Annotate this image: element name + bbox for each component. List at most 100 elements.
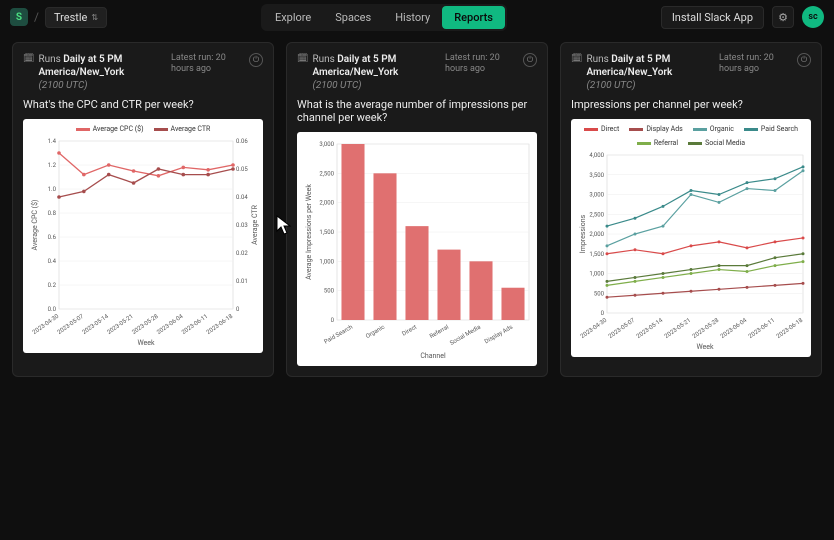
svg-text:0.05: 0.05 — [236, 166, 248, 173]
svg-text:2023-05-21: 2023-05-21 — [663, 317, 692, 340]
bar-chart-impressions: 05001,0001,5002,0002,5003,000Paid Search… — [303, 138, 535, 360]
svg-text:2023-06-18: 2023-06-18 — [775, 317, 804, 340]
card-header: 🗓 Runs Daily at 5 PM America/New_York (2… — [297, 53, 537, 92]
breadcrumb-separator: / — [34, 10, 39, 24]
svg-text:0: 0 — [331, 317, 335, 324]
nav-reports[interactable]: Reports — [442, 6, 505, 29]
chart-container: 05001,0001,5002,0002,5003,000Paid Search… — [297, 132, 537, 366]
nav-explore[interactable]: Explore — [263, 6, 323, 29]
svg-text:0.01: 0.01 — [236, 278, 248, 285]
svg-text:2,000: 2,000 — [319, 200, 334, 207]
settings-button[interactable]: ⚙ — [772, 6, 794, 28]
schedule-prefix: Runs — [312, 54, 334, 65]
chart-legend: Average CPC ($)Average CTR — [29, 125, 257, 133]
power-toggle[interactable]: ⏻ — [249, 53, 263, 67]
svg-text:0.2: 0.2 — [48, 282, 57, 289]
svg-text:2023-05-07: 2023-05-07 — [607, 317, 636, 340]
report-card[interactable]: 🗓 Runs Daily at 5 PM America/New_York (2… — [12, 42, 274, 377]
svg-text:0.02: 0.02 — [236, 250, 248, 257]
svg-text:0: 0 — [236, 306, 240, 313]
report-card[interactable]: 🗓 Runs Daily at 5 PM America/New_York (2… — [560, 42, 822, 377]
svg-text:1,500: 1,500 — [589, 251, 604, 258]
svg-text:0.8: 0.8 — [48, 210, 57, 217]
svg-text:Paid Search: Paid Search — [323, 324, 354, 346]
power-toggle[interactable]: ⏻ — [797, 53, 811, 67]
schedule-prefix: Runs — [38, 54, 60, 65]
svg-text:2023-06-04: 2023-06-04 — [719, 317, 748, 340]
report-title: What's the CPC and CTR per week? — [23, 98, 263, 111]
svg-text:Organic: Organic — [365, 324, 386, 340]
report-title: What is the average number of impression… — [297, 98, 537, 124]
calendar-icon: 🗓 — [571, 54, 582, 92]
line-chart-impressions-channel: 05001,0001,5002,0002,5003,0003,5004,0002… — [577, 151, 809, 351]
svg-text:500: 500 — [594, 290, 605, 297]
svg-text:Direct: Direct — [401, 324, 418, 338]
svg-text:Average CTR: Average CTR — [251, 204, 259, 245]
topbar: S / Trestle ⇅ Explore Spaces History Rep… — [0, 0, 834, 34]
main-nav: Explore Spaces History Reports — [261, 4, 507, 31]
svg-text:2023-05-14: 2023-05-14 — [635, 317, 664, 340]
chart-container: Average CPC ($)Average CTR 0.00.20.40.60… — [23, 119, 263, 353]
schedule-utc: (2100 UTC) — [312, 80, 361, 91]
schedule-info: 🗓 Runs Daily at 5 PM America/New_York (2… — [571, 53, 713, 92]
last-run-label: Latest run: 20 hours ago — [171, 53, 243, 75]
svg-text:Impressions: Impressions — [579, 214, 587, 253]
svg-text:4,000: 4,000 — [589, 152, 604, 159]
chart-container: DirectDisplay AdsOrganicPaid SearchRefer… — [571, 119, 811, 357]
svg-text:0.6: 0.6 — [48, 234, 57, 241]
topbar-right: Install Slack App ⚙ sc — [661, 6, 824, 29]
schedule-info: 🗓 Runs Daily at 5 PM America/New_York (2… — [297, 53, 439, 92]
svg-text:Referral: Referral — [429, 324, 450, 340]
svg-text:2023-05-07: 2023-05-07 — [56, 313, 85, 336]
avatar[interactable]: sc — [802, 6, 824, 28]
svg-text:0.0: 0.0 — [48, 306, 57, 313]
svg-text:Week: Week — [696, 343, 714, 351]
svg-text:500: 500 — [324, 288, 335, 295]
svg-text:1.2: 1.2 — [48, 162, 57, 169]
card-header: 🗓 Runs Daily at 5 PM America/New_York (2… — [571, 53, 811, 92]
svg-text:3,500: 3,500 — [589, 172, 604, 179]
svg-text:1,000: 1,000 — [319, 258, 334, 265]
svg-text:Display Ads: Display Ads — [483, 324, 514, 346]
svg-text:2023-04-30: 2023-04-30 — [31, 313, 60, 336]
workspace-selector[interactable]: Trestle ⇅ — [45, 7, 107, 28]
svg-text:2023-06-11: 2023-06-11 — [180, 313, 209, 336]
svg-text:1,000: 1,000 — [589, 271, 604, 278]
svg-text:Average Impressions per Week: Average Impressions per Week — [305, 184, 313, 280]
svg-text:2023-06-04: 2023-06-04 — [156, 313, 185, 336]
nav-history[interactable]: History — [383, 6, 442, 29]
line-chart-cpc-ctr: 0.00.20.40.60.81.01.21.400.010.020.030.0… — [29, 137, 261, 347]
power-toggle[interactable]: ⏻ — [523, 53, 537, 67]
install-slack-button[interactable]: Install Slack App — [661, 6, 764, 29]
nav-spaces[interactable]: Spaces — [323, 6, 383, 29]
svg-text:1.0: 1.0 — [48, 186, 57, 193]
app-logo[interactable]: S — [10, 8, 28, 26]
card-header: 🗓 Runs Daily at 5 PM America/New_York (2… — [23, 53, 263, 92]
report-title: Impressions per channel per week? — [571, 98, 811, 111]
schedule-info: 🗓 Runs Daily at 5 PM America/New_York (2… — [23, 53, 165, 92]
svg-text:1,500: 1,500 — [319, 229, 334, 236]
svg-text:3,000: 3,000 — [589, 192, 604, 199]
power-icon: ⏻ — [253, 55, 259, 65]
last-run-label: Latest run: 20 hours ago — [719, 53, 791, 75]
svg-text:2023-05-28: 2023-05-28 — [131, 313, 160, 336]
schedule-utc: (2100 UTC) — [586, 80, 635, 91]
chart-legend: DirectDisplay AdsOrganicPaid SearchRefer… — [577, 125, 805, 147]
calendar-icon: 🗓 — [297, 54, 308, 92]
svg-text:1.4: 1.4 — [48, 138, 57, 145]
calendar-icon: 🗓 — [23, 54, 34, 92]
svg-text:Channel: Channel — [420, 352, 446, 360]
svg-text:2,500: 2,500 — [589, 211, 604, 218]
schedule-prefix: Runs — [586, 54, 608, 65]
svg-text:2023-05-14: 2023-05-14 — [81, 313, 110, 336]
svg-text:0: 0 — [601, 310, 605, 317]
svg-text:0.04: 0.04 — [236, 194, 248, 201]
svg-text:2023-06-18: 2023-06-18 — [205, 313, 234, 336]
svg-text:2023-06-11: 2023-06-11 — [747, 317, 776, 340]
svg-text:2,500: 2,500 — [319, 170, 334, 177]
svg-text:Week: Week — [137, 339, 155, 347]
svg-text:Average CPC ($): Average CPC ($) — [31, 200, 39, 251]
report-card[interactable]: 🗓 Runs Daily at 5 PM America/New_York (2… — [286, 42, 548, 377]
workspace-name: Trestle — [54, 11, 87, 24]
reports-grid: 🗓 Runs Daily at 5 PM America/New_York (2… — [0, 34, 834, 385]
